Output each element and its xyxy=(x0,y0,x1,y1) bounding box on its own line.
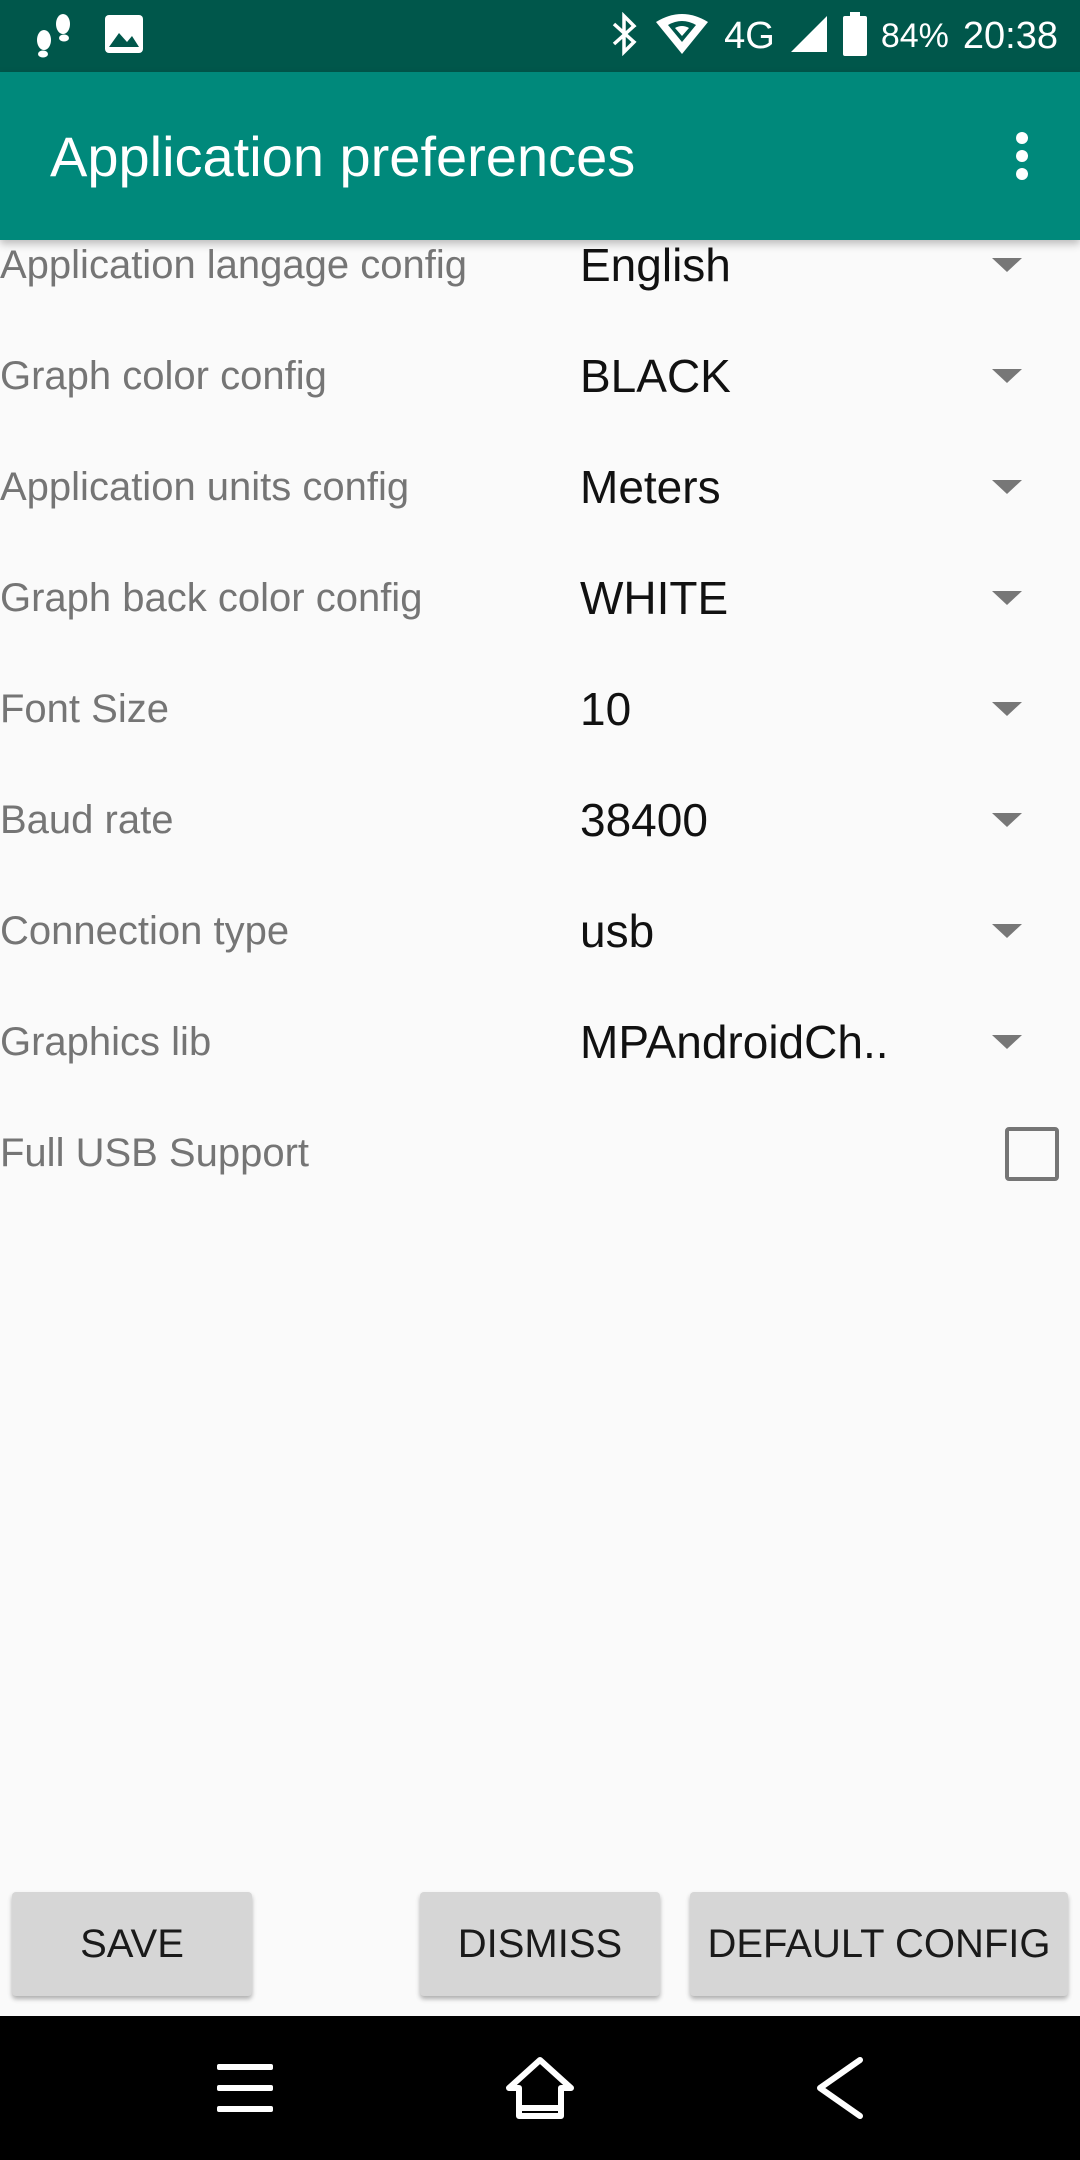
pref-row-graph-back-color: Graph back color config WHITE xyxy=(0,543,1080,654)
pref-label: Application units config xyxy=(0,465,410,509)
battery-percent: 84% xyxy=(880,16,949,55)
graph-back-color-spinner[interactable]: WHITE xyxy=(560,543,1040,654)
battery-icon xyxy=(842,11,867,61)
graphics-lib-spinner[interactable]: MPAndroidCh.. xyxy=(560,987,1040,1098)
dropdown-arrow-icon xyxy=(992,924,1022,938)
pref-label: Graphics lib xyxy=(0,1020,212,1064)
network-type: 4G xyxy=(724,14,775,57)
spinner-value: BLACK xyxy=(580,350,731,402)
pref-row-font-size: Font Size 10 xyxy=(0,654,1080,765)
footsteps-icon xyxy=(32,10,76,63)
spinner-value: English xyxy=(580,239,731,291)
pref-label: Font Size xyxy=(0,687,169,731)
status-bar: 4G 84% 20:38 xyxy=(0,0,1080,72)
pref-row-baud-rate: Baud rate 38400 xyxy=(0,765,1080,876)
font-size-spinner[interactable]: 10 xyxy=(560,654,1040,765)
pref-row-graphics-lib: Graphics lib MPAndroidCh.. xyxy=(0,987,1080,1098)
full-usb-checkbox[interactable] xyxy=(1005,1127,1059,1181)
pref-label: Graph back color config xyxy=(0,576,423,620)
more-vert-icon xyxy=(1016,132,1028,180)
units-spinner[interactable]: Meters xyxy=(560,432,1040,543)
save-button[interactable]: SAVE xyxy=(12,1892,252,1996)
pref-label: Full USB Support xyxy=(0,1131,310,1175)
status-right: 4G 84% 20:38 xyxy=(596,11,1058,61)
pref-row-connection-type: Connection type usb xyxy=(0,876,1080,987)
home-button[interactable] xyxy=(495,2052,585,2124)
pref-row-units: Application units config Meters xyxy=(0,432,1080,543)
dropdown-arrow-icon xyxy=(992,480,1022,494)
dropdown-arrow-icon xyxy=(992,702,1022,716)
status-left xyxy=(32,10,172,63)
home-icon xyxy=(506,2057,574,2119)
image-icon xyxy=(104,14,144,59)
spinner-value: usb xyxy=(580,905,655,957)
baud-rate-spinner[interactable]: 38400 xyxy=(560,765,1040,876)
spinner-value: MPAndroidCh.. xyxy=(580,1016,889,1068)
more-options-button[interactable] xyxy=(992,116,1052,196)
menu-icon xyxy=(217,2064,273,2112)
signal-icon xyxy=(789,14,829,59)
back-button[interactable] xyxy=(795,2052,885,2124)
dropdown-arrow-icon xyxy=(992,591,1022,605)
dropdown-arrow-icon xyxy=(992,813,1022,827)
pref-row-full-usb: Full USB Support xyxy=(0,1098,1080,1209)
dropdown-arrow-icon xyxy=(992,258,1022,272)
page-title: Application preferences xyxy=(50,124,636,188)
pref-row-language: Application langage config English xyxy=(0,210,1080,321)
dropdown-arrow-icon xyxy=(992,369,1022,383)
back-icon xyxy=(817,2057,863,2119)
spinner-value: WHITE xyxy=(580,572,729,624)
recent-apps-button[interactable] xyxy=(200,2052,290,2124)
dropdown-arrow-icon xyxy=(992,1035,1022,1049)
bluetooth-icon xyxy=(610,11,640,61)
spinner-value: 38400 xyxy=(580,794,708,846)
connection-type-spinner[interactable]: usb xyxy=(560,876,1040,987)
pref-label: Application langage config xyxy=(0,243,468,287)
navigation-bar xyxy=(0,2016,1080,2160)
pref-row-graph-color: Graph color config BLACK xyxy=(0,321,1080,432)
graph-color-spinner[interactable]: BLACK xyxy=(560,321,1040,432)
pref-label: Graph color config xyxy=(0,354,327,398)
pref-label: Baud rate xyxy=(0,798,174,842)
default-config-button[interactable]: DEFAULT CONFIG xyxy=(690,1892,1068,1996)
language-spinner[interactable]: English xyxy=(560,210,1040,321)
spinner-value: 10 xyxy=(580,683,632,735)
status-time: 20:38 xyxy=(962,14,1058,57)
dismiss-button[interactable]: DISMISS xyxy=(420,1892,660,1996)
pref-label: Connection type xyxy=(0,909,290,953)
spinner-value: Meters xyxy=(580,461,721,513)
wifi-icon xyxy=(654,12,710,61)
